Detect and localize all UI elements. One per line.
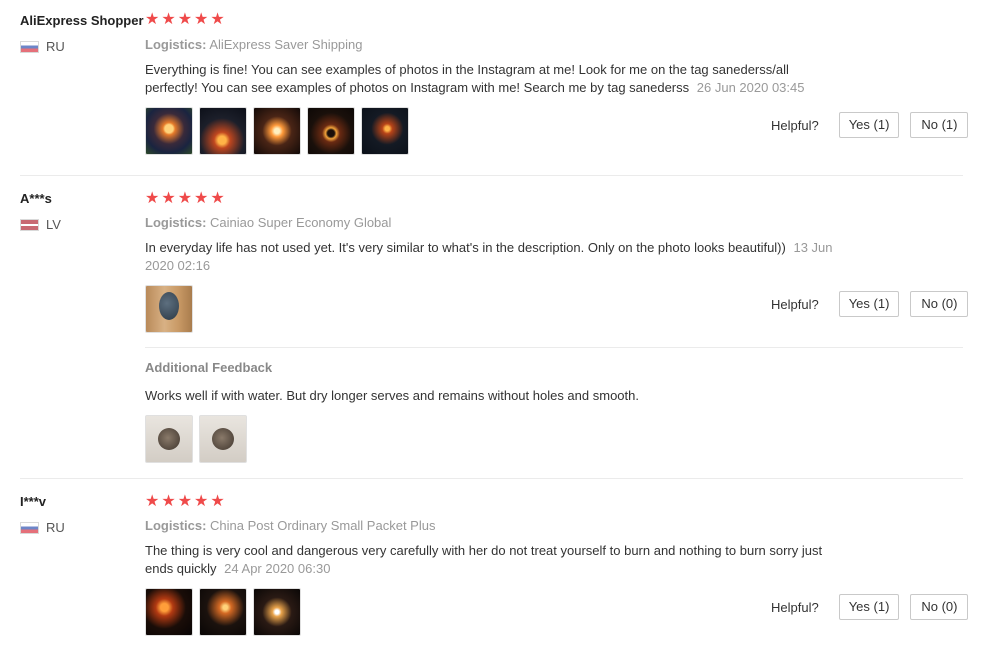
review-text-block: In everyday life has not used yet. It's … bbox=[145, 239, 850, 275]
star-icon: ★ bbox=[210, 190, 225, 207]
helpful-vote: Helpful? Yes (1) No (1) bbox=[771, 112, 969, 138]
review-date: 24 Apr 2020 06:30 bbox=[224, 561, 331, 576]
review-photo-thumb[interactable] bbox=[361, 107, 409, 155]
star-icon: ★ bbox=[161, 493, 176, 510]
reviewer-country: RU bbox=[20, 39, 65, 54]
additional-feedback-divider bbox=[145, 347, 963, 348]
helpful-yes-button[interactable]: Yes (1) bbox=[838, 291, 900, 317]
review-photo-thumb[interactable] bbox=[145, 588, 193, 636]
helpful-label: Helpful? bbox=[771, 599, 819, 615]
review-photo-thumb[interactable] bbox=[199, 588, 247, 636]
country-code: LV bbox=[46, 217, 61, 232]
star-icon: ★ bbox=[210, 11, 225, 28]
helpful-yes-button[interactable]: Yes (1) bbox=[838, 112, 900, 138]
review-date: 26 Jun 2020 03:45 bbox=[696, 80, 805, 95]
additional-feedback-text: Works well if with water. But dry longer… bbox=[145, 388, 639, 403]
review-text-block: Everything is fine! You can see examples… bbox=[145, 61, 835, 97]
logistics-label: Logistics: bbox=[145, 518, 207, 533]
logistics-info: Logistics: AliExpress Saver Shipping bbox=[145, 37, 363, 52]
review-photos bbox=[145, 588, 301, 636]
review-photo-thumb[interactable] bbox=[307, 107, 355, 155]
additional-feedback-title: Additional Feedback bbox=[145, 360, 273, 375]
review-photo-thumb[interactable] bbox=[199, 107, 247, 155]
helpful-yes-button[interactable]: Yes (1) bbox=[838, 594, 900, 620]
star-icon: ★ bbox=[177, 190, 193, 207]
review-photo-thumb[interactable] bbox=[253, 107, 301, 155]
reviewer-country: RU bbox=[20, 520, 65, 535]
helpful-no-button[interactable]: No (1) bbox=[910, 112, 969, 138]
logistics-info: Logistics: China Post Ordinary Small Pac… bbox=[145, 518, 435, 533]
review-text: Everything is fine! You can see examples… bbox=[145, 62, 789, 95]
reviewer-country: LV bbox=[20, 217, 61, 232]
logistics-value: Cainiao Super Economy Global bbox=[210, 215, 392, 230]
review-text: In everyday life has not used yet. It's … bbox=[145, 240, 786, 255]
star-icon: ★ bbox=[145, 190, 160, 207]
review-photo-thumb[interactable] bbox=[253, 588, 301, 636]
additional-feedback-photos bbox=[145, 415, 247, 463]
country-code: RU bbox=[46, 520, 65, 535]
logistics-value: AliExpress Saver Shipping bbox=[209, 37, 363, 52]
helpful-label: Helpful? bbox=[771, 117, 819, 133]
country-code: RU bbox=[46, 39, 65, 54]
star-icon: ★ bbox=[145, 11, 160, 28]
review-photo-thumb[interactable] bbox=[199, 415, 247, 463]
star-rating: ★ ★ ★ ★ ★ bbox=[145, 12, 225, 28]
helpful-label: Helpful? bbox=[771, 296, 819, 312]
helpful-vote: Helpful? Yes (1) No (0) bbox=[771, 291, 969, 317]
review-photo-thumb[interactable] bbox=[145, 415, 193, 463]
flag-ru-icon bbox=[20, 521, 39, 534]
helpful-no-button[interactable]: No (0) bbox=[910, 594, 969, 620]
review-divider bbox=[20, 478, 963, 479]
logistics-label: Logistics: bbox=[145, 215, 207, 230]
reviewer-name: AliExpress Shopper bbox=[20, 13, 144, 28]
reviewer-name: A***s bbox=[20, 191, 52, 206]
star-icon: ★ bbox=[194, 190, 209, 207]
star-rating: ★ ★ ★ ★ ★ bbox=[145, 191, 225, 207]
review-photo-thumb[interactable] bbox=[145, 285, 193, 333]
star-icon: ★ bbox=[161, 190, 176, 207]
reviewer-name: I***v bbox=[20, 494, 47, 509]
review-photos bbox=[145, 285, 193, 333]
logistics-label: Logistics: bbox=[145, 37, 207, 52]
helpful-no-button[interactable]: No (0) bbox=[910, 291, 969, 317]
star-rating: ★ ★ ★ ★ ★ bbox=[145, 494, 225, 510]
logistics-value: China Post Ordinary Small Packet Plus bbox=[210, 518, 436, 533]
star-icon: ★ bbox=[177, 11, 193, 28]
review-text-block: The thing is very cool and dangerous ver… bbox=[145, 542, 850, 578]
star-icon: ★ bbox=[177, 493, 193, 510]
review-divider bbox=[20, 175, 963, 176]
review-photos bbox=[145, 107, 409, 155]
helpful-vote: Helpful? Yes (1) No (0) bbox=[771, 594, 969, 620]
logistics-info: Logistics: Cainiao Super Economy Global bbox=[145, 215, 391, 230]
star-icon: ★ bbox=[194, 11, 209, 28]
review-photo-thumb[interactable] bbox=[145, 107, 193, 155]
star-icon: ★ bbox=[210, 493, 225, 510]
flag-lv-icon bbox=[20, 218, 39, 231]
star-icon: ★ bbox=[194, 493, 209, 510]
star-icon: ★ bbox=[161, 11, 176, 28]
flag-ru-icon bbox=[20, 40, 39, 53]
star-icon: ★ bbox=[145, 493, 160, 510]
